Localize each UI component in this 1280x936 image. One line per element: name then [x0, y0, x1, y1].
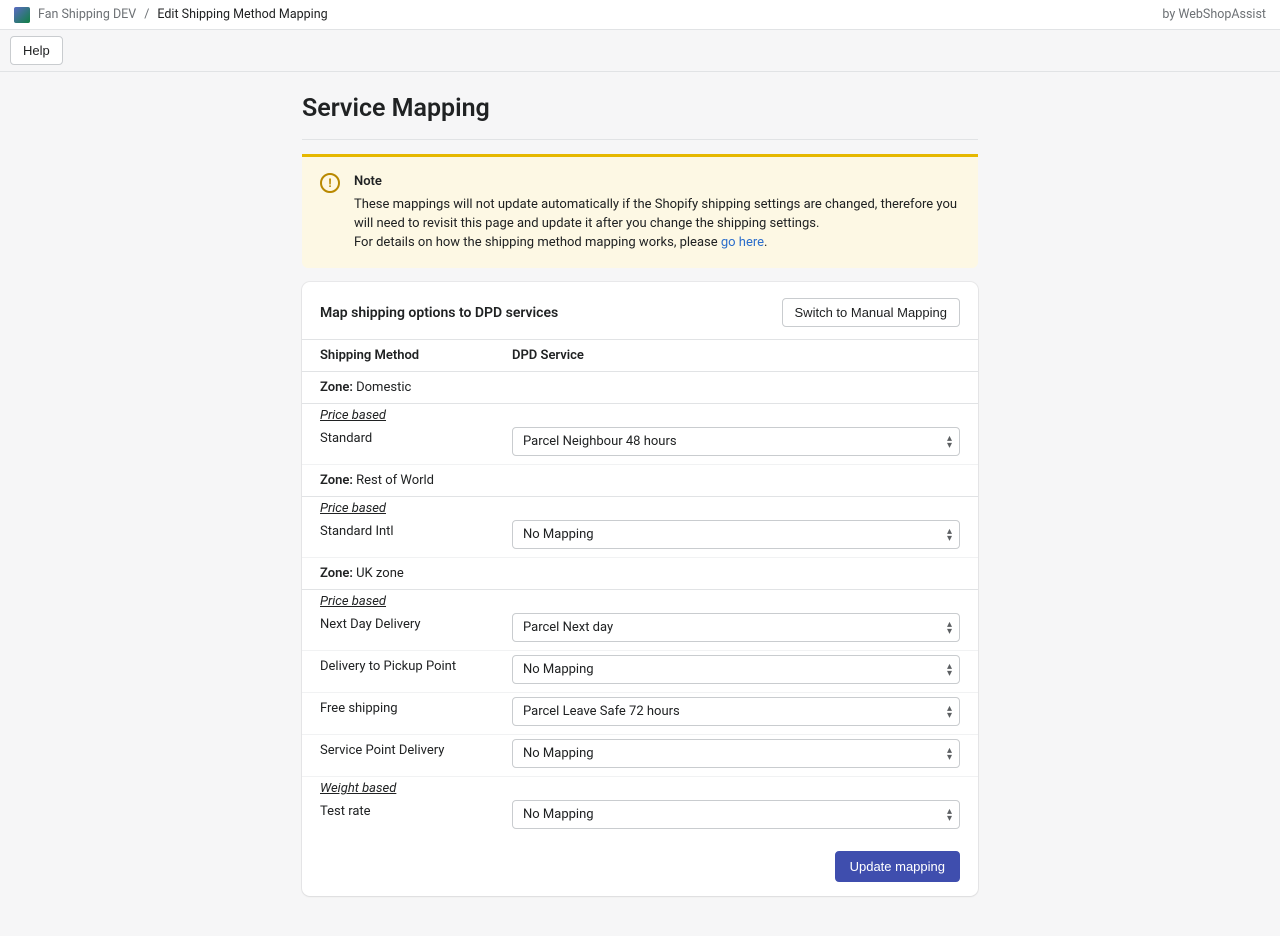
service-select[interactable]: Parcel Leave Safe 72 hours — [512, 697, 960, 726]
rate-type-label: Price based — [302, 497, 978, 516]
shipping-method-name: Standard Intl — [320, 520, 512, 539]
rate-type-label: Weight based — [302, 777, 978, 796]
table-row: Standard IntlNo Mapping▴▾ — [302, 516, 978, 558]
service-select[interactable]: No Mapping — [512, 520, 960, 549]
help-button[interactable]: Help — [10, 36, 63, 65]
note-title: Note — [354, 173, 960, 192]
zone-name: Rest of World — [353, 473, 434, 488]
shipping-method-name: Delivery to Pickup Point — [320, 655, 512, 674]
mapping-table: Shipping Method DPD Service Zone: Domest… — [302, 339, 978, 837]
zone-name: UK zone — [353, 566, 404, 581]
service-select[interactable]: No Mapping — [512, 739, 960, 768]
update-mapping-button[interactable]: Update mapping — [835, 851, 960, 882]
chevron-updown-icon: ▴▾ — [947, 747, 952, 761]
zone-header: Zone: UK zone — [302, 558, 978, 590]
service-select[interactable]: Parcel Neighbour 48 hours — [512, 427, 960, 456]
breadcrumb-separator: / — [144, 7, 149, 22]
shipping-method-name: Service Point Delivery — [320, 739, 512, 758]
shipping-method-name: Standard — [320, 427, 512, 446]
warning-icon: ! — [320, 173, 340, 193]
note-line-1: These mappings will not update automatic… — [354, 196, 960, 234]
zone-header: Zone: Rest of World — [302, 465, 978, 497]
service-select[interactable]: Parcel Next day — [512, 613, 960, 642]
col-header-method: Shipping Method — [320, 348, 512, 363]
table-row: Free shippingParcel Leave Safe 72 hours▴… — [302, 693, 978, 735]
toolbar: Help — [0, 30, 1280, 72]
switch-mapping-button[interactable]: Switch to Manual Mapping — [782, 298, 960, 327]
title-divider — [302, 139, 978, 140]
page-title: Service Mapping — [302, 94, 978, 123]
service-select[interactable]: No Mapping — [512, 655, 960, 684]
shipping-method-name: Free shipping — [320, 697, 512, 716]
chevron-updown-icon: ▴▾ — [947, 705, 952, 719]
table-row: Delivery to Pickup PointNo Mapping▴▾ — [302, 651, 978, 693]
table-row: Test rateNo Mapping▴▾ — [302, 796, 978, 837]
table-row: StandardParcel Neighbour 48 hours▴▾ — [302, 423, 978, 465]
breadcrumb: Edit Shipping Method Mapping — [157, 7, 327, 22]
zone-label: Zone: — [320, 473, 353, 488]
service-select[interactable]: No Mapping — [512, 800, 960, 829]
note-line-2-suffix: . — [764, 235, 767, 250]
top-bar: Fan Shipping DEV / Edit Shipping Method … — [0, 0, 1280, 30]
note-banner: ! Note These mappings will not update au… — [302, 154, 978, 268]
card-heading: Map shipping options to DPD services — [320, 305, 558, 321]
note-line-2-prefix: For details on how the shipping method m… — [354, 235, 721, 250]
mapping-table-body: Zone: DomesticPrice basedStandardParcel … — [302, 372, 978, 837]
note-docs-link[interactable]: go here — [721, 235, 764, 250]
app-logo-icon — [14, 7, 30, 23]
table-row: Service Point DeliveryNo Mapping▴▾ — [302, 735, 978, 777]
mapping-card: Map shipping options to DPD services Swi… — [302, 282, 978, 896]
table-row: Next Day DeliveryParcel Next day▴▾ — [302, 609, 978, 651]
zone-label: Zone: — [320, 566, 353, 581]
chevron-updown-icon: ▴▾ — [947, 808, 952, 822]
vendor-label: by WebShopAssist — [1162, 7, 1266, 22]
chevron-updown-icon: ▴▾ — [947, 663, 952, 677]
zone-label: Zone: — [320, 380, 353, 395]
shipping-method-name: Next Day Delivery — [320, 613, 512, 632]
chevron-updown-icon: ▴▾ — [947, 435, 952, 449]
chevron-updown-icon: ▴▾ — [947, 528, 952, 542]
zone-header: Zone: Domestic — [302, 372, 978, 404]
shipping-method-name: Test rate — [320, 800, 512, 819]
rate-type-label: Price based — [302, 404, 978, 423]
zone-name: Domestic — [353, 380, 411, 395]
chevron-updown-icon: ▴▾ — [947, 621, 952, 635]
rate-type-label: Price based — [302, 590, 978, 609]
app-name[interactable]: Fan Shipping DEV — [38, 7, 136, 22]
col-header-service: DPD Service — [512, 348, 960, 363]
page-content: Service Mapping ! Note These mappings wi… — [302, 72, 978, 936]
